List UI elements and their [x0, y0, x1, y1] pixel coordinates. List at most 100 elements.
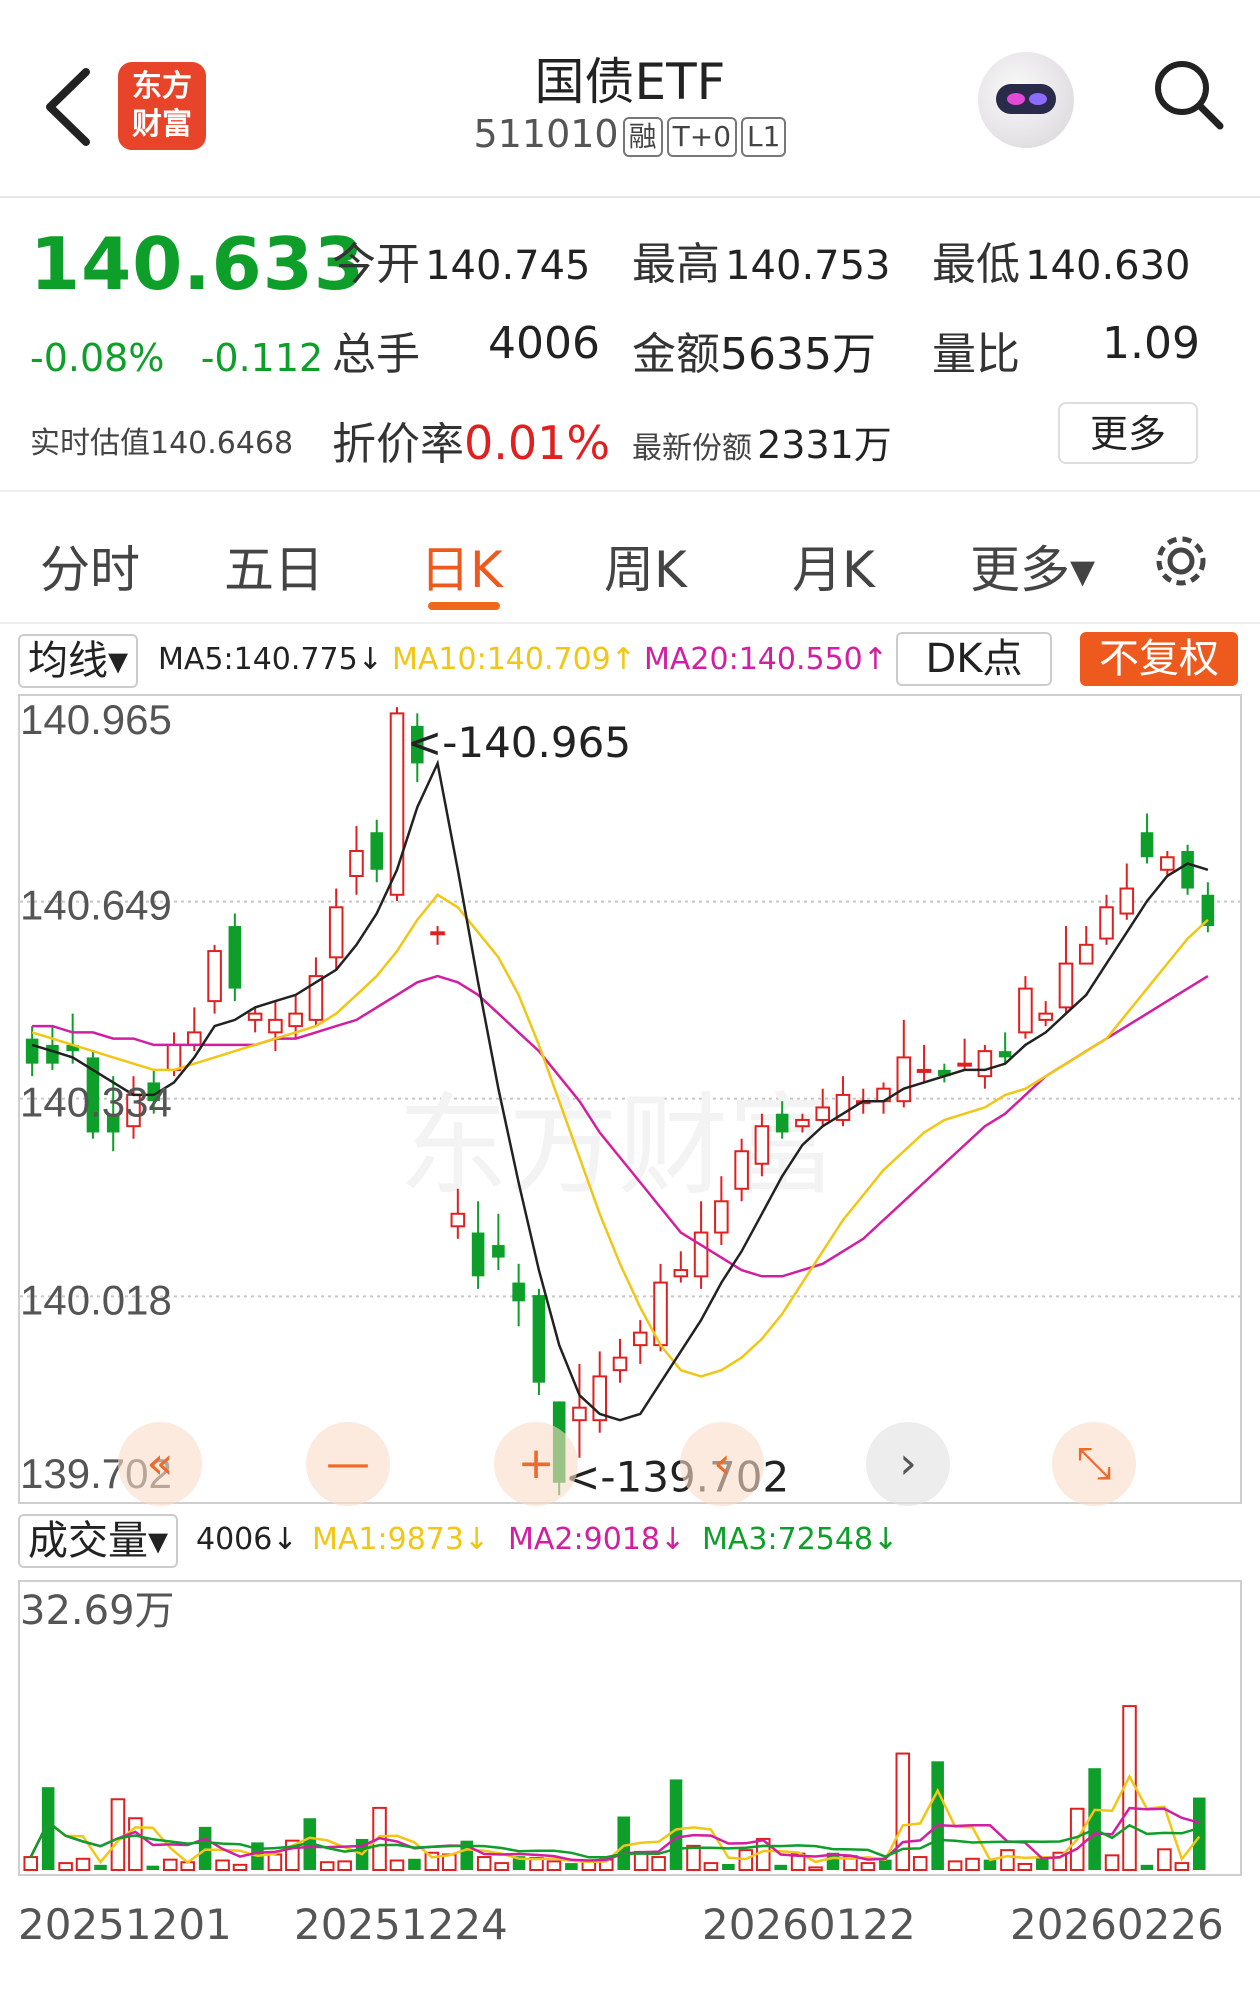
volume-bar [546, 1860, 562, 1871]
tag-level: L1 [741, 116, 787, 157]
tab-five-day[interactable]: 五日 [224, 530, 324, 602]
volume-bar [931, 1761, 944, 1870]
scroll-left-fast-icon[interactable]: « [118, 1422, 202, 1506]
candle-body [754, 1125, 770, 1165]
tab-daily-k[interactable]: 日K [420, 530, 503, 602]
tab-monthly-k[interactable]: 月K [792, 530, 875, 602]
candle-body [328, 906, 344, 959]
security-title: 国债ETF [534, 53, 726, 111]
more-quote-button[interactable]: 更多 [1058, 402, 1198, 464]
tab-intraday[interactable]: 分时 [40, 530, 140, 602]
candle-body [207, 950, 222, 1003]
premium-value: 0.01% [464, 416, 611, 470]
volume-max-label: 32.69万 [20, 1588, 175, 1634]
volume-value: 4006 [488, 318, 600, 369]
open-stat: 今开 140.745 [332, 228, 591, 292]
tag-t0: T+0 [666, 116, 738, 157]
change-amount: -0.112 [200, 336, 324, 380]
divider [0, 490, 1260, 492]
y-axis-label: 140.965 [20, 696, 172, 743]
vol-ma2-label: MA2:9018↓ [508, 1522, 686, 1557]
x-date-1: 20251201 [18, 1900, 232, 1949]
low-value: 140.630 [1025, 243, 1191, 289]
security-code: 511010 [473, 112, 619, 156]
volume-bar [722, 1863, 735, 1870]
y-axis-label: 140.649 [20, 882, 172, 929]
search-icon[interactable] [1148, 54, 1228, 134]
candle-body [916, 1068, 932, 1073]
candle-body [450, 1212, 466, 1228]
settings-gear-icon[interactable] [1148, 528, 1214, 594]
candle-body [734, 1150, 749, 1190]
volume-bar [267, 1853, 283, 1872]
low-label: 最低 [932, 239, 1020, 290]
kline-chart[interactable]: 东方财富 140.965140.649140.334140.018139.702… [18, 694, 1242, 1504]
high-label: 最高 [632, 239, 720, 290]
vol-ma1-label: MA1:9873↓ [312, 1522, 490, 1557]
volume-bar [424, 1851, 440, 1871]
max-price-annotation: <-140.965 [407, 718, 631, 767]
back-icon[interactable] [38, 62, 98, 152]
dk-point-button[interactable]: DK点 [896, 632, 1052, 686]
candle-body [612, 1356, 628, 1372]
ma-selector[interactable]: 均线▾ [18, 634, 139, 688]
candle-body [795, 1118, 810, 1128]
volume-bar [774, 1864, 787, 1870]
app-logo[interactable]: 东方 财富 [118, 62, 206, 150]
candle-body [268, 1018, 283, 1034]
volume-bar [879, 1859, 892, 1870]
scroll-right-icon[interactable]: › [866, 1422, 950, 1506]
estimate-label: 实时估值 [30, 426, 150, 461]
candle-body [288, 1012, 303, 1028]
zoom-out-icon[interactable]: — [306, 1422, 390, 1506]
shares-stat: 最新份额 2331万 [632, 414, 892, 469]
volume-bar [337, 1860, 352, 1871]
volume-bar [965, 1857, 980, 1871]
candle-body [632, 1331, 648, 1347]
active-tab-indicator [428, 602, 500, 610]
volume-bar [476, 1856, 492, 1872]
candle-body [46, 1044, 59, 1064]
volume-bar [58, 1862, 73, 1872]
tag-margin: 融 [622, 116, 663, 157]
candle-body [166, 1043, 182, 1071]
volume-bar [162, 1858, 178, 1872]
estimate-row: 实时估值140.6468 [30, 418, 293, 462]
candle-body [1058, 962, 1074, 1009]
assistant-robot-icon[interactable] [978, 52, 1074, 148]
y-axis-label: 140.334 [20, 1079, 172, 1126]
volume-bar [983, 1859, 997, 1870]
low-stat: 最低 140.630 [932, 228, 1191, 292]
volume-bar [686, 1844, 701, 1871]
volume-bar [651, 1856, 666, 1872]
adjust-mode-button[interactable]: 不复权 [1080, 632, 1238, 686]
tab-weekly-k[interactable]: 周K [604, 530, 687, 602]
fullscreen-icon[interactable]: ⤡ [1052, 1422, 1136, 1506]
candle-body [1078, 943, 1094, 965]
vol-label: 4006↓ [196, 1522, 298, 1557]
tab-more[interactable]: 更多▾ [970, 530, 1095, 602]
indicator-selector[interactable]: 成交量▾ [18, 1514, 179, 1568]
volume-bar [1193, 1797, 1206, 1870]
ma10-label: MA10:140.709↑ [392, 642, 636, 677]
volume-bar [565, 1863, 578, 1870]
volume-bar [1017, 1862, 1033, 1871]
scroll-left-icon[interactable]: ‹ [680, 1422, 764, 1506]
zoom-in-icon[interactable]: + [494, 1422, 578, 1506]
candle-body [25, 1038, 39, 1064]
volume-bar [703, 1862, 719, 1872]
x-date-2: 20251224 [294, 1900, 508, 1949]
volume-bar [110, 1798, 126, 1871]
x-date-4: 20260226 [1010, 1900, 1224, 1949]
candle-body [430, 931, 445, 936]
volume-bar [494, 1862, 509, 1872]
shares-label: 最新份额 [632, 431, 752, 466]
change-row: -0.08% -0.112 [30, 336, 323, 380]
volume-bar [895, 1752, 911, 1872]
volume-stat: 总手 [332, 318, 420, 382]
volume-bar [1122, 1705, 1137, 1871]
volume-bar [1140, 1864, 1154, 1870]
volume-bar [408, 1858, 421, 1870]
candle-body [957, 1062, 972, 1067]
volume-chart[interactable]: 32.69万 [18, 1580, 1242, 1876]
